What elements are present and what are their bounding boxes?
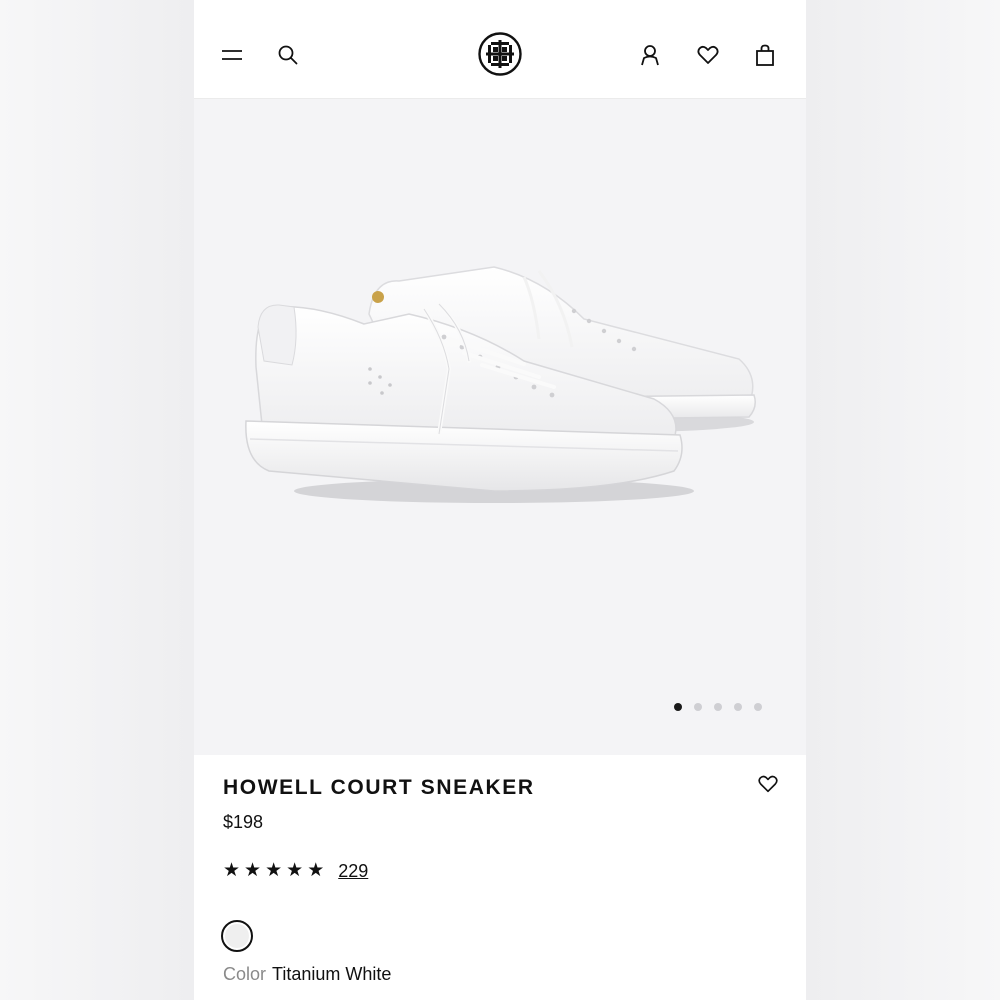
account-icon [641,45,659,66]
selected-color: Color Titanium White [223,964,391,985]
color-value: Titanium White [272,964,392,984]
search-icon [278,45,298,65]
star-icon: ★ [307,860,325,881]
gallery-dot-1[interactable] [674,703,682,711]
account-button[interactable] [634,39,666,71]
heart-icon [697,45,719,64]
search-button[interactable] [272,39,304,71]
star-icon: ★ [223,860,241,881]
wishlist-button[interactable] [692,39,724,71]
add-to-wishlist-button[interactable] [754,770,782,798]
product-page: HOWELL COURT SNEAKER $198 ★ ★ ★ ★ ★ 229 … [194,0,806,1000]
product-price: $198 [223,812,264,832]
product-rating: ★ ★ ★ ★ ★ 229 [223,860,368,882]
gallery-dot-5[interactable] [754,703,762,711]
brand-logo-icon [478,32,522,76]
gallery-dot-2[interactable] [694,703,702,711]
product-title: HOWELL COURT SNEAKER [223,776,535,799]
gallery-dot-3[interactable] [714,703,722,711]
color-label: Color [223,964,267,984]
star-rating: ★ ★ ★ ★ ★ [223,860,324,882]
bag-button[interactable] [749,39,781,71]
shopping-bag-icon [756,44,774,66]
brand-logo[interactable] [478,32,522,76]
product-info: HOWELL COURT SNEAKER $198 ★ ★ ★ ★ ★ 229 … [194,756,806,1000]
menu-button[interactable] [216,39,248,71]
gallery-dot-4[interactable] [734,703,742,711]
review-count-link[interactable]: 229 [338,861,368,882]
left-backdrop [0,0,194,1000]
color-swatch-titanium-white[interactable] [221,920,253,952]
product-image-gallery[interactable] [194,99,806,755]
sneaker-image [245,266,756,503]
swatch-fill [225,924,249,948]
star-icon: ★ [265,860,283,881]
menu-icon [222,50,242,60]
right-backdrop [806,0,1000,1000]
top-nav [194,0,806,99]
heart-icon [758,775,778,793]
gallery-pagination [674,703,762,711]
star-icon: ★ [286,860,304,881]
star-icon: ★ [244,860,262,881]
